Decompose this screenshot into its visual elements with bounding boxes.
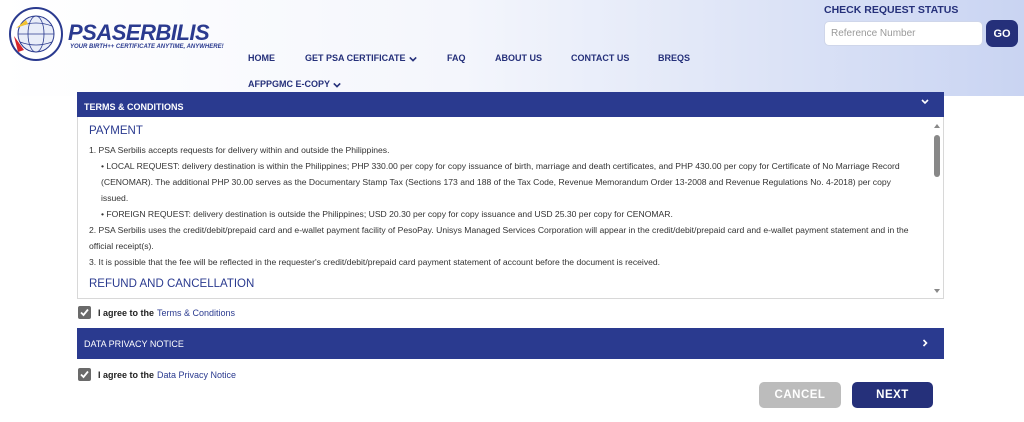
payment-item-3: 3. It is possible that the fee will be r… [89,257,661,267]
nav-contact-us[interactable]: CONTACT US [571,53,629,63]
check-request-status-title: CHECK REQUEST STATUS [824,4,959,16]
scroll-up-arrow-icon[interactable] [933,122,941,130]
cancel-button[interactable]: CANCEL [759,382,841,408]
data-privacy-notice-header[interactable]: DATA PRIVACY NOTICE [77,328,944,359]
data-privacy-notice-link[interactable]: Data Privacy Notice [157,370,236,380]
refund-heading: REFUND AND CANCELLATION [89,278,255,290]
scroll-down-arrow-icon[interactable] [933,287,941,295]
nav-about-us[interactable]: ABOUT US [495,53,542,63]
terms-conditions-title: TERMS & CONDITIONS [84,101,184,112]
chevron-down-icon [921,99,929,105]
nav-faq[interactable]: FAQ [447,53,466,63]
agree-privacy-row: I agree to the Data Privacy Notice [78,368,236,381]
agree-terms-row: I agree to the Terms & Conditions [78,306,235,319]
site-header: PSASERBILIS YOUR BIRTH++ CERTIFICATE ANY… [0,0,1024,96]
payment-item-2: 2. PSA Serbilis uses the credit/debit/pr… [89,225,909,251]
nav-breqs[interactable]: BREQS [658,53,690,63]
checkmark-icon [80,308,89,317]
site-logo[interactable]: PSASERBILIS YOUR BIRTH++ CERTIFICATE ANY… [8,6,224,62]
local-request-item: • LOCAL REQUEST: delivery destination is… [101,161,900,203]
terms-scrollbar[interactable] [932,119,942,295]
reference-number-input[interactable] [824,21,983,46]
foreign-request-item: • FOREIGN REQUEST: delivery destination … [101,209,673,219]
brand-tagline: YOUR BIRTH++ CERTIFICATE ANYTIME, ANYWHE… [70,44,224,50]
terms-conditions-link[interactable]: Terms & Conditions [157,308,235,318]
checkmark-icon [80,370,89,379]
scrollbar-thumb[interactable] [934,135,940,177]
chevron-down-icon [333,82,341,88]
nav-home[interactable]: HOME [248,53,275,63]
terms-content: PAYMENT 1. PSA Serbilis accepts requests… [89,117,919,295]
agree-terms-checkbox[interactable] [78,306,91,319]
agree-terms-label: I agree to the [98,307,155,318]
payment-heading: PAYMENT [89,125,143,137]
payment-item-1: 1. PSA Serbilis accepts requests for del… [89,145,390,155]
nav-afppgmc-e-copy[interactable]: AFPPGMC E-COPY [248,79,341,89]
data-privacy-notice-title: DATA PRIVACY NOTICE [84,338,184,349]
agree-privacy-checkbox[interactable] [78,368,91,381]
nav-get-psa-certificate[interactable]: GET PSA CERTIFICATE [305,53,417,63]
go-button[interactable]: GO [986,20,1018,47]
chevron-down-icon [408,56,417,62]
next-button[interactable]: NEXT [852,382,933,408]
psa-seal-icon [9,7,63,61]
terms-conditions-header[interactable]: TERMS & CONDITIONS [77,92,944,117]
agree-privacy-label: I agree to the [98,369,155,380]
brand-name: PSASERBILIS [68,20,210,45]
chevron-right-icon [922,339,928,347]
terms-conditions-body[interactable]: PAYMENT 1. PSA Serbilis accepts requests… [77,117,944,299]
